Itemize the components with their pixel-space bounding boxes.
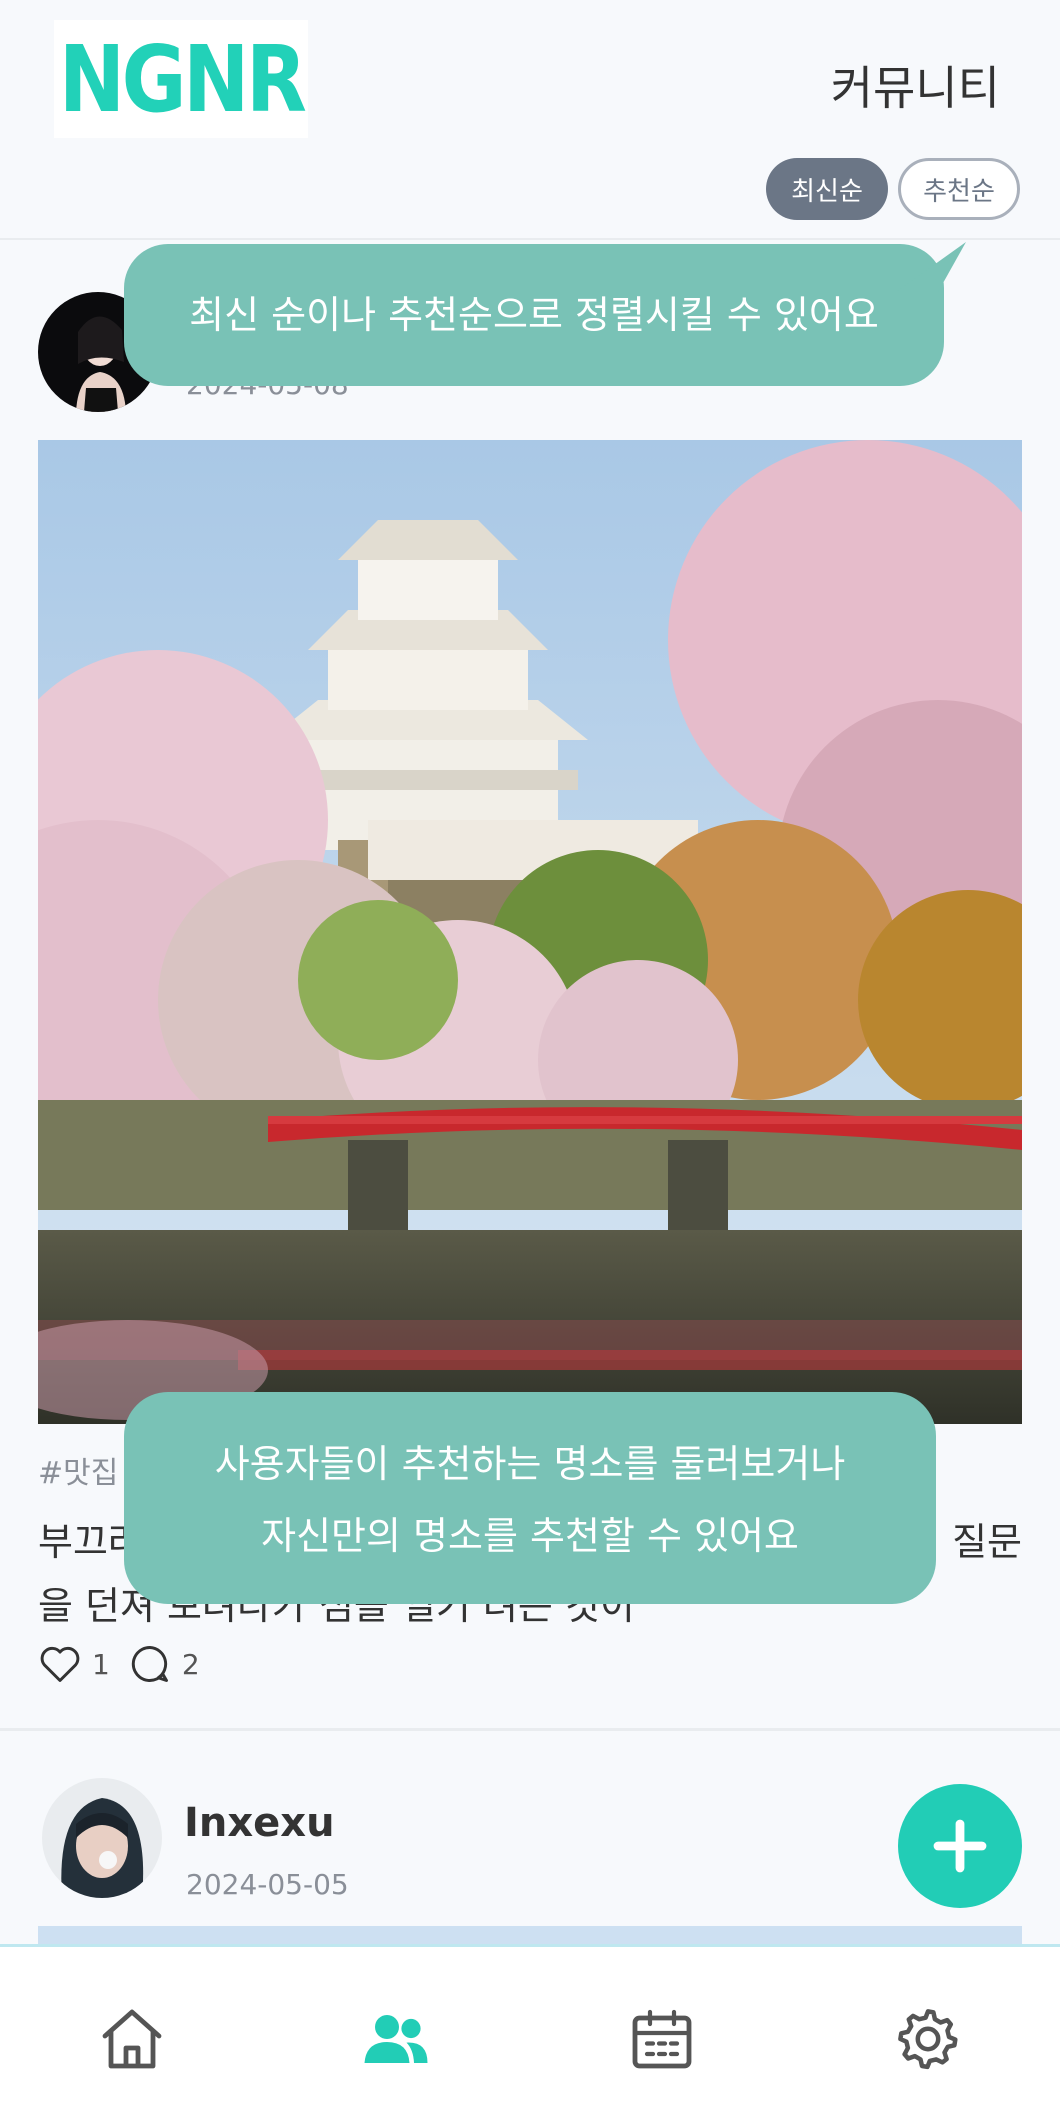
plus-icon <box>933 1819 987 1873</box>
feed-hint-line1: 사용자들이 추천하는 명소를 둘러보거나 <box>214 1442 846 1486</box>
ngnr-logo[interactable]: NGNR <box>54 20 308 138</box>
community-icon <box>364 2015 428 2063</box>
post-stats: 1 2 <box>38 1642 200 1686</box>
home-icon <box>102 2009 162 2069</box>
post-username[interactable]: Inxexu <box>184 1800 335 1846</box>
settings-icon <box>898 2009 958 2070</box>
comment-icon[interactable] <box>128 1642 172 1686</box>
page-title: 커뮤니티 <box>830 61 1000 115</box>
post-photo[interactable] <box>38 440 1022 1424</box>
sort-recommend-button[interactable]: 추천순 <box>898 158 1020 220</box>
calendar-icon <box>632 2009 692 2069</box>
sort-latest-button[interactable]: 최신순 <box>766 158 888 220</box>
post-tag[interactable]: #맛집 <box>38 1448 118 1492</box>
post-date: 2024-05-05 <box>186 1868 349 1901</box>
tab-calendar[interactable] <box>622 1999 702 2079</box>
comment-count: 2 <box>181 1647 200 1681</box>
tab-settings[interactable] <box>888 1999 968 2079</box>
tab-home[interactable] <box>92 1999 172 2079</box>
post-text-line1-end: 질문 <box>952 1520 1022 1564</box>
add-post-button[interactable] <box>898 1784 1022 1908</box>
bottom-tab-bar <box>0 1944 1060 2116</box>
tab-community[interactable] <box>356 1999 436 2079</box>
feed-hint-line2: 자신만의 명소를 추천할 수 있어요 <box>261 1514 799 1558</box>
sort-hint-tooltip: 최신 순이나 추천순으로 정렬시킬 수 있어요 <box>124 242 966 386</box>
app-header: NGNR 커뮤니티 최신순 추천순 <box>0 0 1060 240</box>
feed-hint-tooltip: 사용자들이 추천하는 명소를 둘러보거나 자신만의 명소를 추천할 수 있어요 <box>124 1392 936 1604</box>
like-count: 1 <box>92 1647 110 1681</box>
avatar[interactable] <box>42 1778 162 1898</box>
heart-icon[interactable] <box>38 1642 82 1686</box>
